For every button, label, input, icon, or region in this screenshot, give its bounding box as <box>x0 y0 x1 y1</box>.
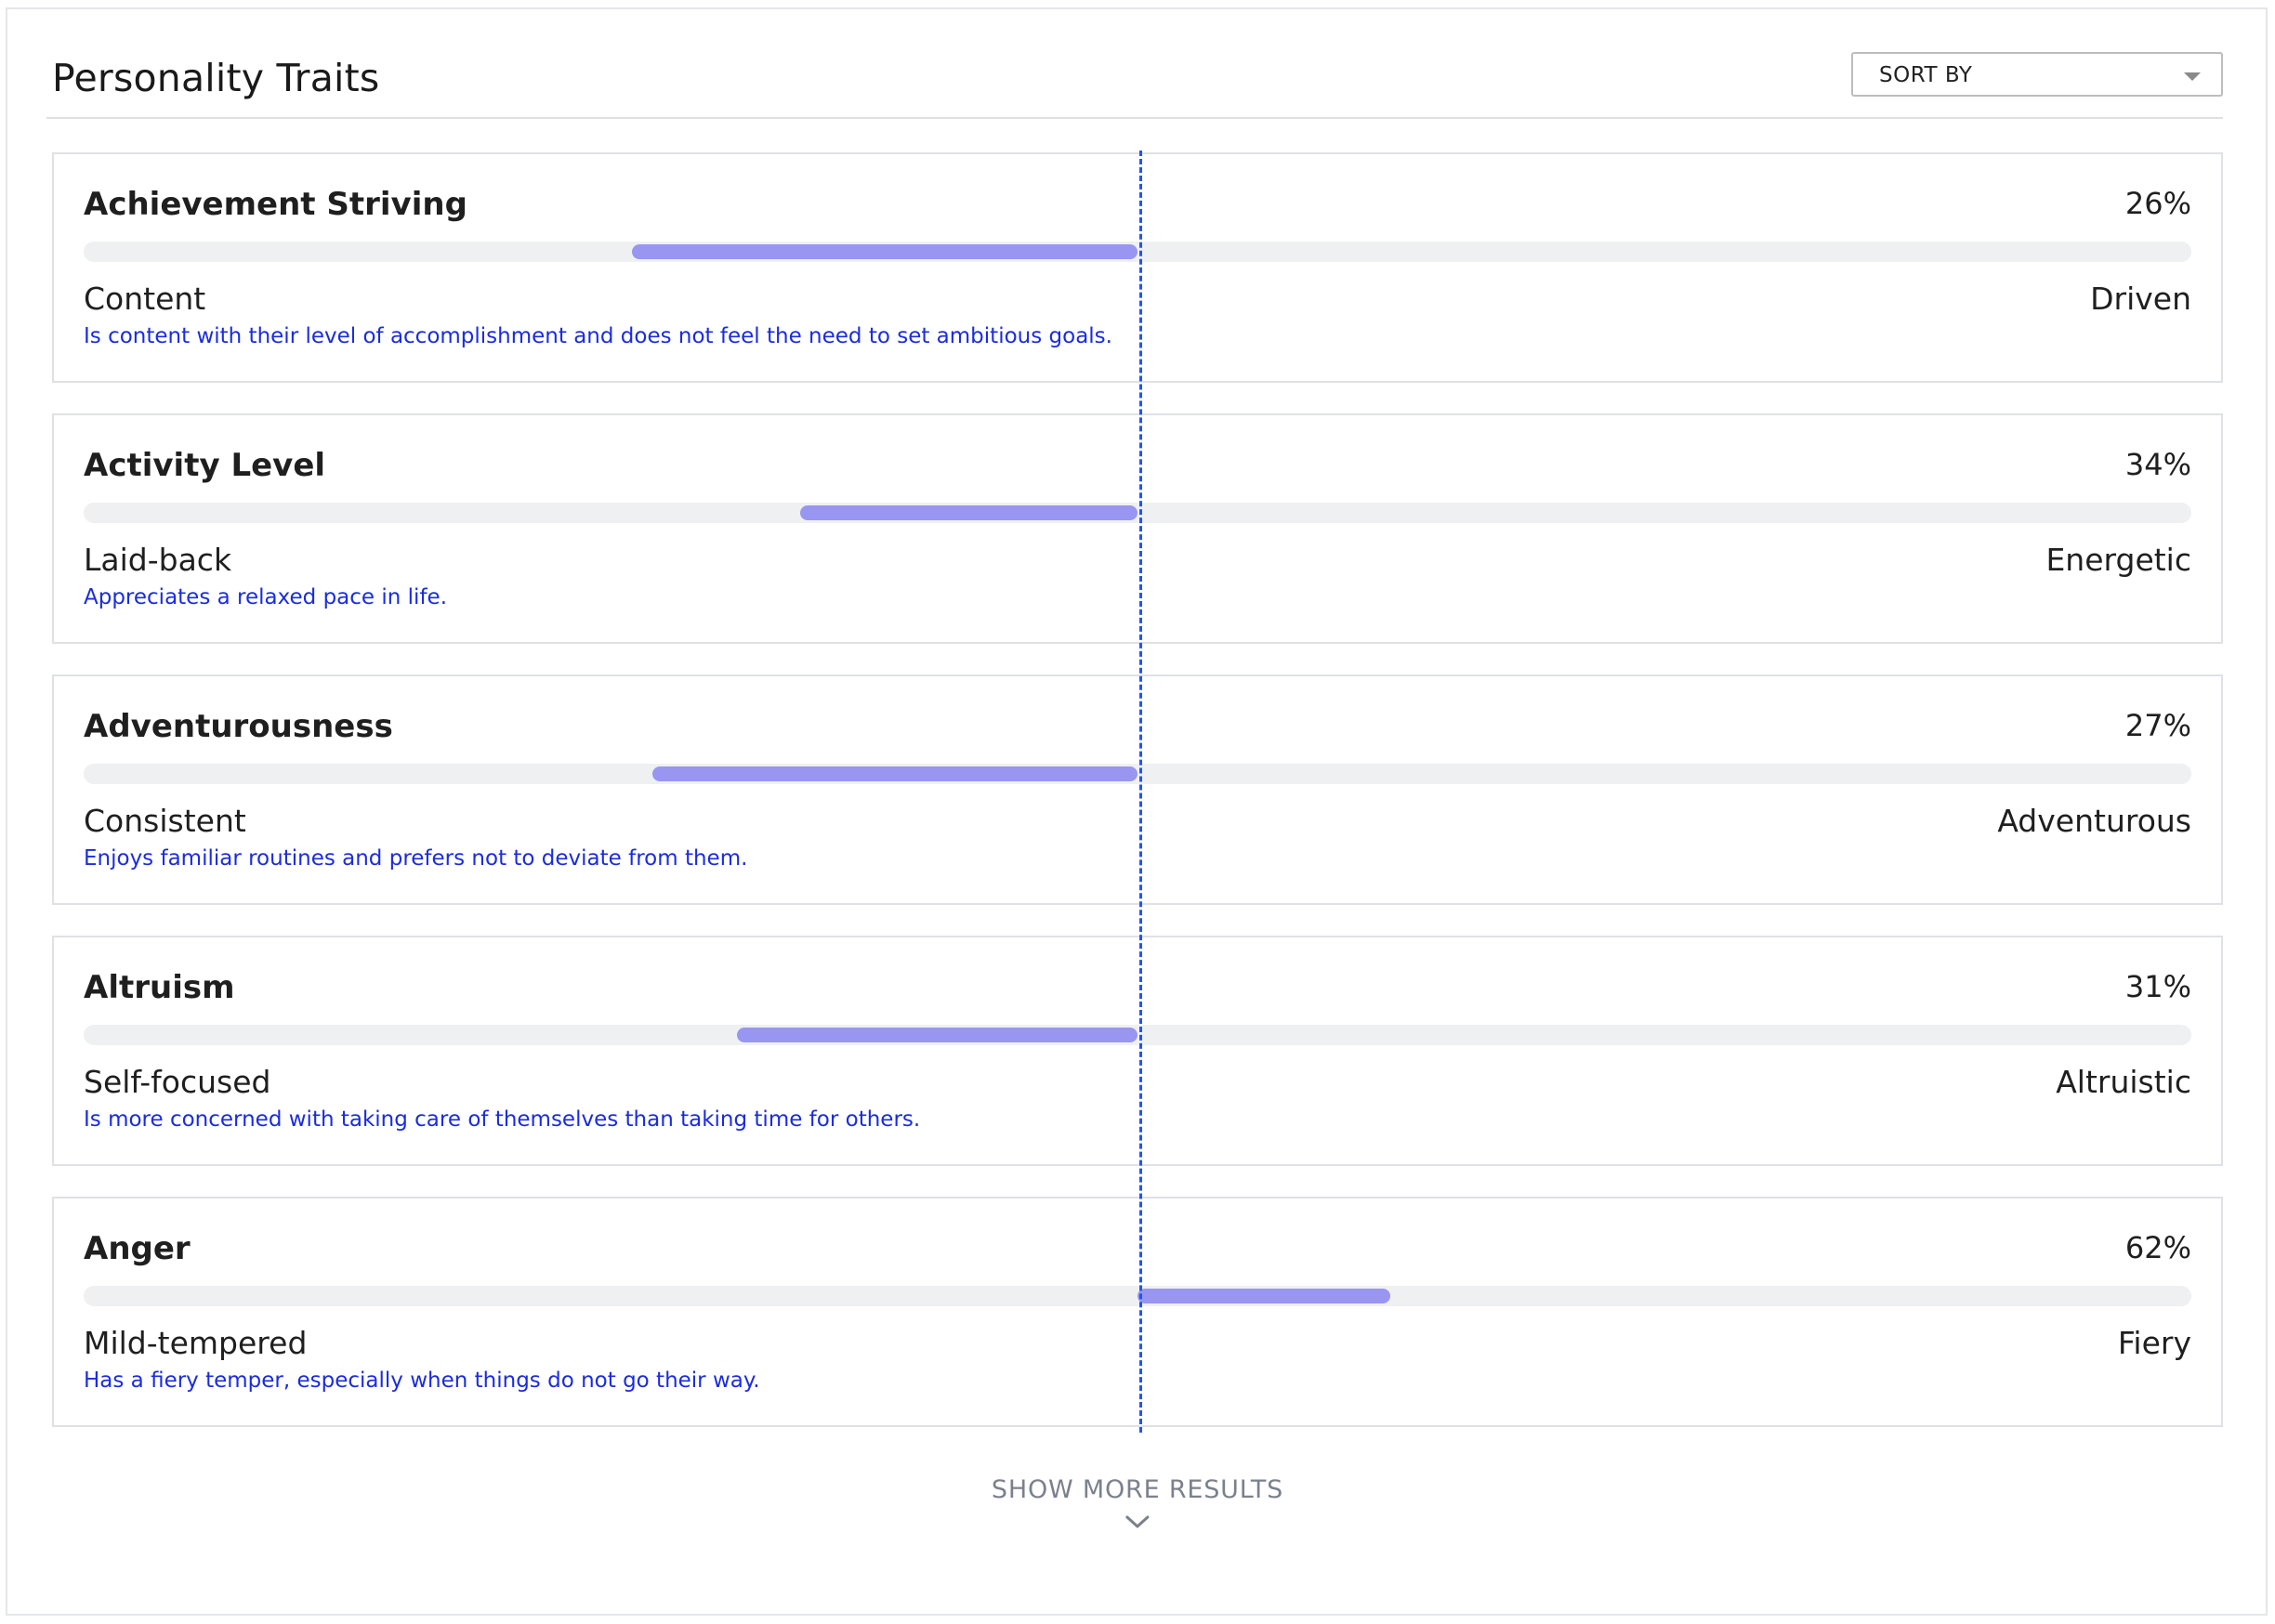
show-more-results-button[interactable]: SHOW MORE RESULTS <box>992 1475 1283 1530</box>
caret-down-icon <box>2184 72 2201 81</box>
trait-bar-track <box>84 764 2191 784</box>
trait-high-label: Energetic <box>2045 542 2191 578</box>
trait-description: Has a fiery temper, especially when thin… <box>84 1369 760 1393</box>
trait-low-label: Content <box>84 281 206 317</box>
sort-by-dropdown[interactable]: SORT BY <box>1851 52 2223 97</box>
trait-name: Altruism <box>84 969 235 1006</box>
trait-name: Activity Level <box>84 447 326 484</box>
trait-percent: 62% <box>2124 1230 2191 1265</box>
trait-percent: 31% <box>2124 969 2191 1004</box>
chevron-down-icon <box>1125 1515 1150 1528</box>
trait-high-label: Adventurous <box>1997 803 2191 839</box>
trait-description: Is more concerned with taking care of th… <box>84 1107 921 1132</box>
trait-description: Enjoys familiar routines and prefers not… <box>84 846 748 871</box>
trait-percent: 27% <box>2124 708 2191 743</box>
trait-bar-fill <box>652 766 1138 781</box>
trait-bar-fill <box>800 505 1138 520</box>
trait-bar-fill <box>631 244 1138 259</box>
panel-header: Personality Traits SORT BY <box>46 46 2223 119</box>
trait-name: Achievement Striving <box>84 186 467 223</box>
page-title: Personality Traits <box>52 56 380 100</box>
trait-bar-fill <box>737 1028 1138 1042</box>
trait-bar-track <box>84 242 2191 262</box>
trait-low-label: Consistent <box>84 803 246 839</box>
trait-percent: 34% <box>2124 447 2191 482</box>
trait-low-label: Self-focused <box>84 1064 271 1100</box>
trait-card-adventurousness: Adventurousness 27% Consistent Adventuro… <box>52 674 2223 905</box>
trait-card-activity-level: Activity Level 34% Laid-back Energetic A… <box>52 413 2223 644</box>
trait-bar-fill <box>1138 1289 1391 1303</box>
trait-high-label: Fiery <box>2117 1325 2191 1361</box>
trait-percent: 26% <box>2124 186 2191 221</box>
trait-high-label: Altruistic <box>2056 1064 2191 1100</box>
trait-high-label: Driven <box>2090 281 2191 317</box>
sort-by-label: SORT BY <box>1879 63 1973 87</box>
show-more-label: SHOW MORE RESULTS <box>991 1475 1284 1504</box>
trait-bar-track <box>84 1025 2191 1045</box>
trait-card-anger: Anger 62% Mild-tempered Fiery Has a fier… <box>52 1197 2223 1427</box>
trait-card-altruism: Altruism 31% Self-focused Altruistic Is … <box>52 936 2223 1166</box>
trait-description: Is content with their level of accomplis… <box>84 324 1112 348</box>
trait-name: Anger <box>84 1230 191 1267</box>
trait-card-achievement-striving: Achievement Striving 26% Content Driven … <box>52 152 2223 383</box>
trait-low-label: Mild-tempered <box>84 1325 308 1361</box>
trait-name: Adventurousness <box>84 708 393 745</box>
trait-bar-track <box>84 1286 2191 1306</box>
trait-bar-track <box>84 503 2191 523</box>
trait-low-label: Laid-back <box>84 542 232 578</box>
trait-description: Appreciates a relaxed pace in life. <box>84 585 447 609</box>
